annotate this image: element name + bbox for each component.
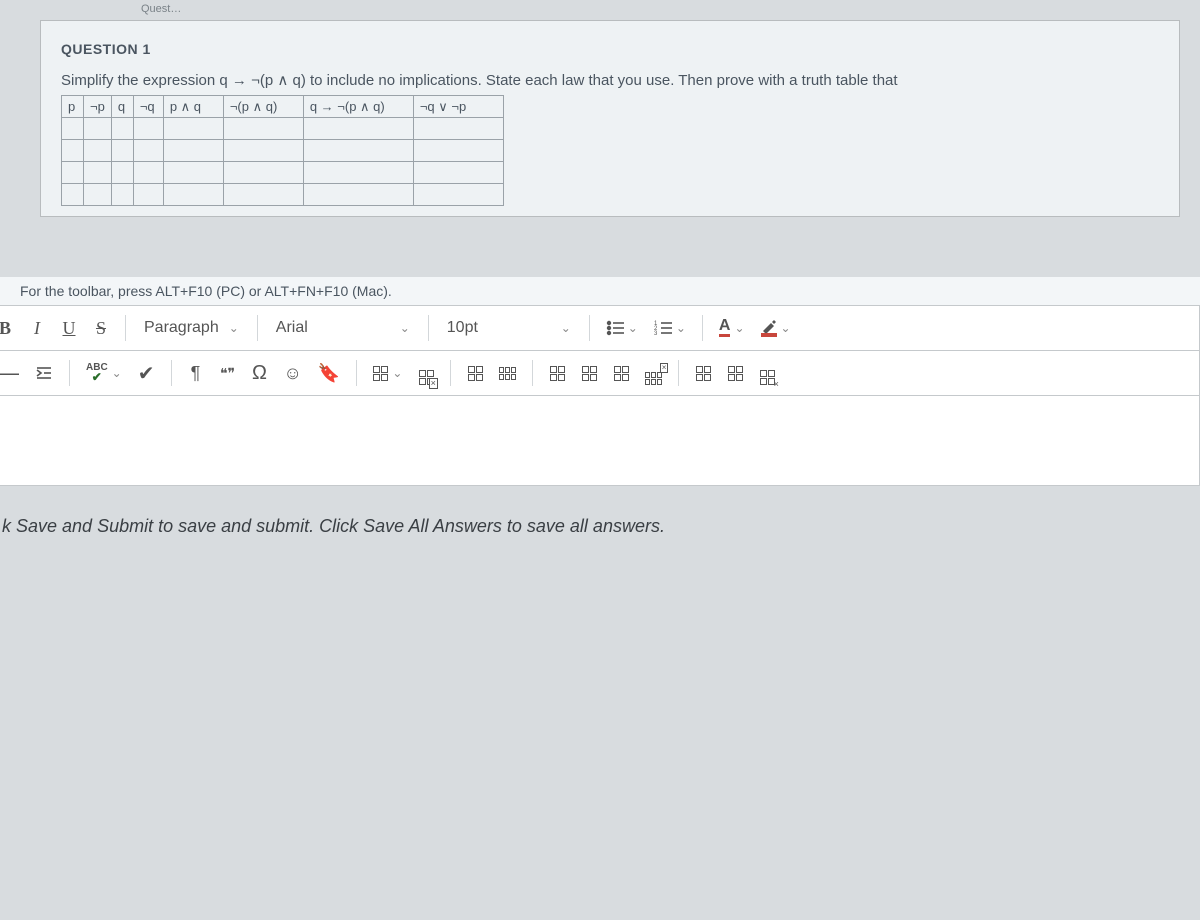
- separator: [589, 315, 590, 341]
- rich-text-editor: For the toolbar, press ALT+F10 (PC) or A…: [0, 277, 1200, 486]
- table-row: [62, 118, 504, 140]
- size-label: 10pt: [447, 319, 478, 337]
- spellcheck-button[interactable]: ABC ✔ ⌄: [80, 357, 128, 389]
- delete-table-button[interactable]: ×: [412, 357, 440, 389]
- table-delete-button[interactable]: ×: [753, 357, 781, 389]
- indent-button[interactable]: [29, 357, 59, 389]
- chevron-down-icon: ⌄: [628, 321, 638, 335]
- spellcheck-icon: ABC ✔: [86, 363, 108, 383]
- table-insert-row-button[interactable]: [575, 357, 603, 389]
- separator: [428, 315, 429, 341]
- bullet-list-button[interactable]: ⌄: [600, 312, 644, 344]
- table-row-after-button[interactable]: [493, 357, 522, 389]
- symbol-button[interactable]: Ω: [246, 357, 274, 389]
- table-del-icon: [645, 372, 662, 385]
- chevron-down-icon: ⌄: [676, 321, 686, 335]
- chevron-down-icon: ⌄: [112, 366, 122, 380]
- table-insert-col-button[interactable]: [607, 357, 635, 389]
- table-delete-row-button[interactable]: ×: [639, 357, 668, 389]
- toolbar-hint: For the toolbar, press ALT+F10 (PC) or A…: [0, 277, 1200, 305]
- toolbar-row-2: — ABC ✔ ⌄ ✔ ¶ ❝❞ Ω ☺ 🔖 ⌄ ×: [0, 351, 1200, 396]
- th-p: p: [62, 96, 84, 118]
- separator: [356, 360, 357, 386]
- text-color-icon: A: [719, 319, 731, 337]
- table-insert-icon: [614, 366, 629, 381]
- paragraph-mark-button[interactable]: ¶: [182, 357, 210, 389]
- highlight-button[interactable]: ⌄: [755, 312, 797, 344]
- table-row-icon: [499, 367, 516, 380]
- th-not-p: ¬p: [84, 96, 112, 118]
- italic-button[interactable]: I: [23, 312, 51, 344]
- th-pandq: p ∧ q: [163, 96, 223, 118]
- text-color-button[interactable]: A ⌄: [713, 312, 751, 344]
- table-row: [62, 184, 504, 206]
- checkmark-button[interactable]: ✔: [132, 357, 161, 389]
- separator: [450, 360, 451, 386]
- font-label: Arial: [276, 319, 308, 337]
- table-row: [62, 162, 504, 184]
- bold-button[interactable]: B: [0, 312, 19, 344]
- table-row: [62, 140, 504, 162]
- table-merge-button[interactable]: [689, 357, 717, 389]
- chevron-down-icon: ⌄: [400, 321, 410, 335]
- bullet-list-icon: [606, 320, 624, 336]
- numbered-list-icon: 123: [654, 320, 672, 336]
- remove-format-button[interactable]: —: [0, 357, 25, 389]
- question-card: Quest… QUESTION 1 Simplify the expressio…: [40, 20, 1180, 217]
- th-not-q: ¬q: [133, 96, 163, 118]
- blockquote-button[interactable]: ❝❞: [214, 357, 242, 389]
- bookmark-button[interactable]: 🔖: [312, 357, 346, 389]
- editor-textarea[interactable]: [0, 396, 1200, 486]
- chevron-down-icon: ⌄: [781, 321, 791, 335]
- chevron-down-icon: ⌄: [561, 321, 571, 335]
- separator: [678, 360, 679, 386]
- table-split-button[interactable]: [721, 357, 749, 389]
- th-disj: ¬q ∨ ¬p: [413, 96, 503, 118]
- emoji-button[interactable]: ☺: [278, 357, 308, 389]
- separator: [125, 315, 126, 341]
- toolbar-row-1: B I U S Paragraph ⌄ Arial ⌄ 10pt ⌄ ⌄ 123…: [0, 305, 1200, 351]
- footer-hint: k Save and Submit to save and submit. Cl…: [0, 486, 1200, 537]
- question-label: QUESTION 1: [61, 41, 1159, 57]
- insert-table-button[interactable]: ⌄: [367, 357, 408, 389]
- font-size-select[interactable]: 10pt ⌄: [439, 312, 579, 344]
- table-row-before-button[interactable]: [461, 357, 489, 389]
- separator: [702, 315, 703, 341]
- table-icon: [373, 366, 388, 381]
- paragraph-select[interactable]: Paragraph ⌄: [136, 312, 247, 344]
- chevron-down-icon: ⌄: [229, 321, 239, 335]
- truth-table: p ¬p q ¬q p ∧ q ¬(p ∧ q) q → ¬(p ∧ q) ¬q…: [61, 95, 504, 206]
- table-col-before-button[interactable]: [543, 357, 571, 389]
- paragraph-label: Paragraph: [144, 319, 219, 337]
- chevron-down-icon: ⌄: [734, 321, 744, 335]
- table-split-icon: [728, 366, 743, 381]
- table-row-icon: [468, 366, 483, 381]
- strike-button[interactable]: S: [87, 312, 115, 344]
- page-tab-hint: Quest…: [141, 3, 181, 15]
- th-impl: q → ¬(p ∧ q): [303, 96, 413, 118]
- highlight-icon: [761, 319, 777, 337]
- th-not-pandq: ¬(p ∧ q): [223, 96, 303, 118]
- chevron-down-icon: ⌄: [392, 366, 402, 380]
- question-prompt: Simplify the expression q → ¬(p ∧ q) to …: [61, 71, 1159, 89]
- numbered-list-button[interactable]: 123 ⌄: [648, 312, 692, 344]
- font-select[interactable]: Arial ⌄: [268, 312, 418, 344]
- th-q: q: [111, 96, 133, 118]
- table-merge-icon: [696, 366, 711, 381]
- table-col-icon: [550, 366, 565, 381]
- indent-icon: [35, 365, 53, 381]
- underline-button[interactable]: U: [55, 312, 83, 344]
- svg-text:3: 3: [654, 331, 658, 336]
- separator: [532, 360, 533, 386]
- separator: [257, 315, 258, 341]
- separator: [171, 360, 172, 386]
- separator: [69, 360, 70, 386]
- table-insert-icon: [582, 366, 597, 381]
